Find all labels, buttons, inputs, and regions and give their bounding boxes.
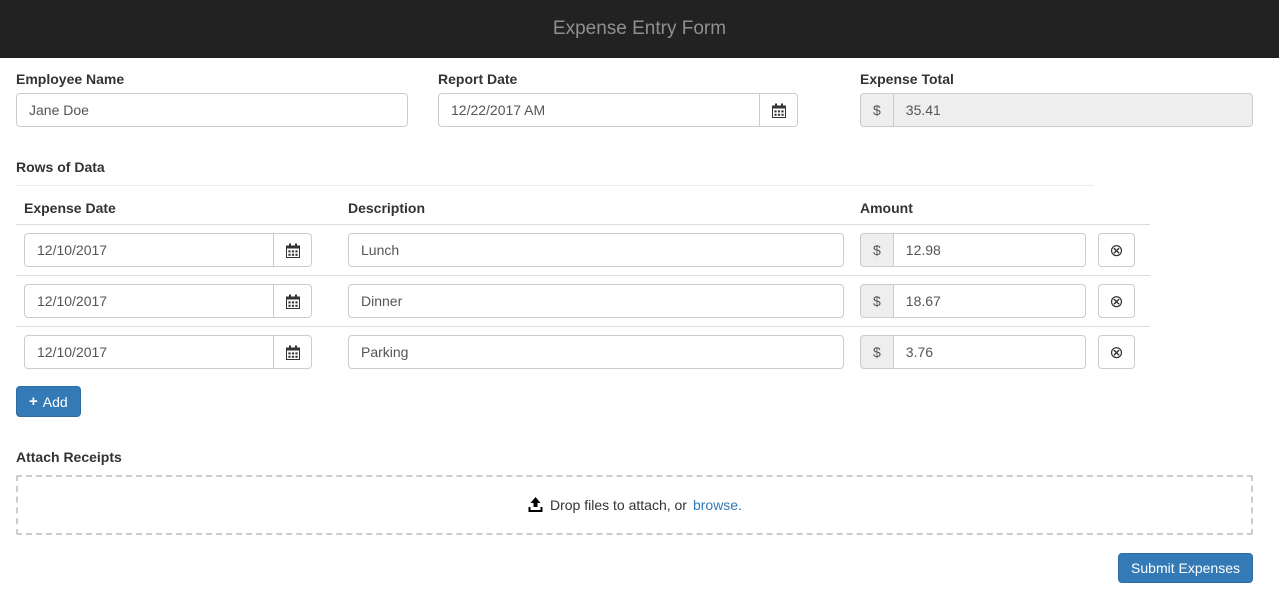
amount-input[interactable] (893, 233, 1086, 267)
expense-date-input[interactable] (24, 335, 274, 369)
attach-receipts-section: Attach Receipts Drop files to attach, or… (16, 449, 1253, 535)
attach-receipts-title: Attach Receipts (16, 449, 1253, 465)
app-header: Expense Entry Form (0, 0, 1279, 58)
expense-date-calendar-button[interactable] (274, 284, 312, 318)
rows-of-data-title: Rows of Data (16, 159, 1253, 175)
description-input[interactable] (348, 233, 844, 267)
plus-icon: + (29, 393, 38, 410)
description-input[interactable] (348, 284, 844, 318)
column-header-amount: Amount (852, 192, 1090, 225)
amount-input[interactable] (893, 284, 1086, 318)
expense-date-calendar-button[interactable] (274, 335, 312, 369)
remove-row-button[interactable]: ⊗ (1098, 284, 1135, 318)
employee-name-input[interactable] (16, 93, 408, 127)
expense-total-input (893, 93, 1253, 127)
browse-link[interactable]: browse. (693, 497, 742, 513)
file-dropzone[interactable]: Drop files to attach, or browse. (16, 475, 1253, 535)
report-date-group: Report Date (438, 71, 798, 127)
amount-input[interactable] (893, 335, 1086, 369)
submit-button-label: Submit Expenses (1131, 560, 1240, 576)
description-input[interactable] (348, 335, 844, 369)
remove-circle-icon: ⊗ (1109, 344, 1123, 361)
calendar-icon (772, 103, 786, 118)
currency-addon: $ (860, 233, 893, 267)
add-button-label: Add (43, 394, 68, 410)
calendar-icon (286, 243, 300, 258)
column-header-actions (1090, 192, 1150, 225)
expense-row: $ ⊗ (16, 327, 1150, 378)
section-divider (16, 185, 1094, 186)
expense-total-group: Expense Total $ (860, 71, 1253, 127)
report-date-calendar-button[interactable] (760, 93, 798, 127)
column-header-description: Description (340, 192, 852, 225)
remove-circle-icon: ⊗ (1109, 293, 1123, 310)
expense-date-calendar-button[interactable] (274, 233, 312, 267)
calendar-icon (286, 294, 300, 309)
currency-addon: $ (860, 93, 893, 127)
currency-addon: $ (860, 284, 893, 318)
employee-name-label: Employee Name (16, 71, 408, 87)
expense-table: Expense Date Description Amount (16, 192, 1150, 377)
remove-circle-icon: ⊗ (1109, 242, 1123, 259)
page-title: Expense Entry Form (553, 18, 726, 40)
calendar-icon (286, 345, 300, 360)
expense-total-label: Expense Total (860, 71, 1253, 87)
report-date-label: Report Date (438, 71, 798, 87)
employee-name-group: Employee Name (16, 71, 408, 127)
expense-row: $ ⊗ (16, 225, 1150, 276)
top-form: Employee Name Report Date (16, 71, 1253, 127)
expense-table-header-row: Expense Date Description Amount (16, 192, 1150, 225)
add-row-button[interactable]: + Add (16, 386, 81, 417)
expense-row: $ ⊗ (16, 276, 1150, 327)
remove-row-button[interactable]: ⊗ (1098, 233, 1135, 267)
remove-row-button[interactable]: ⊗ (1098, 335, 1135, 369)
column-header-expense-date: Expense Date (16, 192, 340, 225)
currency-addon: $ (860, 335, 893, 369)
rows-of-data-section: Rows of Data Expense Date Description Am… (16, 159, 1253, 417)
dropzone-text: Drop files to attach, or (550, 497, 687, 513)
upload-icon (527, 497, 544, 513)
expense-date-input[interactable] (24, 284, 274, 318)
expense-date-input[interactable] (24, 233, 274, 267)
report-date-input[interactable] (438, 93, 760, 127)
